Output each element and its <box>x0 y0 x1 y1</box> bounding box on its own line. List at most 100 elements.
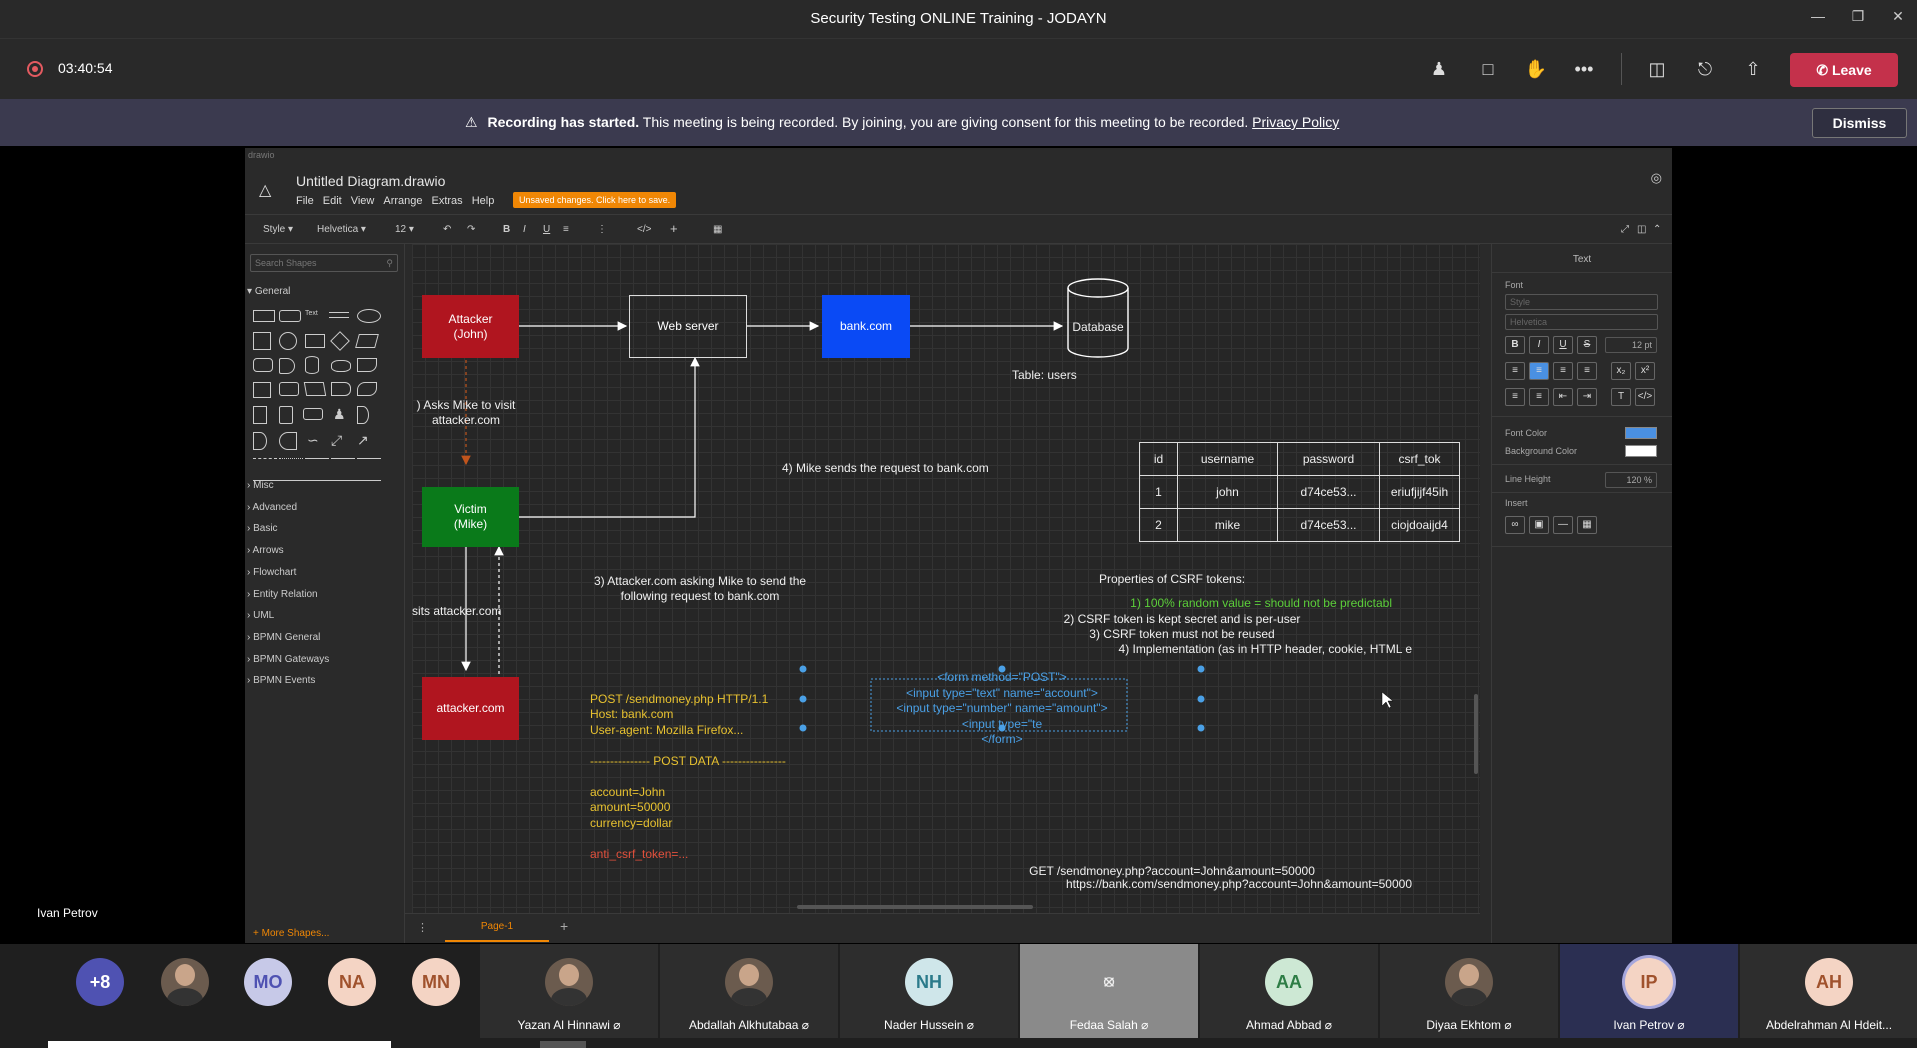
rectangle-shape[interactable] <box>253 310 275 322</box>
square-shape[interactable] <box>253 332 271 350</box>
selection-handle[interactable] <box>1197 695 1205 703</box>
connector-shape[interactable] <box>357 458 381 459</box>
privacy-policy-link[interactable]: Privacy Policy <box>1252 114 1339 130</box>
file-title[interactable]: Untitled Diagram.drawio <box>296 173 445 189</box>
link-shape[interactable] <box>331 458 355 459</box>
font-size-field[interactable]: 12 pt <box>1605 337 1657 353</box>
victim-node[interactable]: Victim (Mike) <box>422 487 519 547</box>
attacker-site-node[interactable]: attacker.com <box>422 677 519 740</box>
or-shape[interactable] <box>357 406 369 424</box>
style-select[interactable]: Style <box>1505 294 1658 310</box>
language-globe-icon[interactable]: ◎ <box>1651 170 1662 186</box>
participant-tile[interactable]: AH Abdelrahman Al Hdeit... <box>1740 944 1917 1038</box>
mic-off-icon[interactable]: ⎋ <box>1691 55 1719 83</box>
category-entity-relation[interactable]: › Entity Relation <box>247 589 318 600</box>
superscript-button[interactable]: x² <box>1635 362 1655 380</box>
rounded-rect-shape[interactable] <box>279 310 301 322</box>
font-size-dropdown[interactable]: 12 ▾ <box>395 224 414 235</box>
font-color-swatch[interactable] <box>1625 427 1657 439</box>
undo-icon[interactable]: ↶ <box>443 224 451 235</box>
insert-hr-icon[interactable]: — <box>1553 516 1573 534</box>
canvas-vertical-scrollbar[interactable] <box>1474 694 1478 774</box>
menu-item-extras[interactable]: Extras <box>432 195 463 207</box>
menu-item-help[interactable]: Help <box>472 195 495 207</box>
page-tab[interactable]: Page-1 <box>445 914 549 942</box>
step1-label[interactable]: ) Asks Mike to visit attacker.com <box>412 398 530 428</box>
chat-icon[interactable]: □ <box>1474 55 1502 83</box>
category-basic[interactable]: › Basic <box>247 523 278 534</box>
arrow-shape[interactable]: ↗ <box>357 432 375 450</box>
add-page-icon[interactable]: + <box>560 918 568 934</box>
category-bpmn-general[interactable]: › BPMN General <box>247 632 320 643</box>
more-actions-icon[interactable]: ••• <box>1570 55 1598 83</box>
menu-item-edit[interactable]: Edit <box>323 195 342 207</box>
category-general[interactable]: ▾ General <box>247 286 290 297</box>
attacker-node[interactable]: Attacker (John) <box>422 295 519 358</box>
collapse-icon[interactable]: ⌃ <box>1653 224 1661 235</box>
vertical-align-icon[interactable]: ⋮ <box>597 224 607 235</box>
parallelogram-shape[interactable] <box>355 334 379 348</box>
bold-button[interactable]: B <box>1505 336 1525 354</box>
minimize-icon[interactable]: — <box>1808 8 1828 28</box>
participant-tile[interactable]: +8 <box>60 944 140 1038</box>
canvas-horizontal-scrollbar[interactable] <box>797 905 1033 909</box>
card-shape[interactable] <box>279 406 293 424</box>
participant-tile[interactable]: ⦻ Fedaa Salah ⌀ <box>1020 944 1198 1038</box>
participant-tile[interactable]: MO <box>228 944 308 1038</box>
unsaved-changes-button[interactable]: Unsaved changes. Click here to save. <box>513 192 677 208</box>
dashed-line-shape[interactable] <box>253 458 277 459</box>
http-request-block[interactable]: POST /sendmoney.php HTTP/1.1 Host: bank.c… <box>590 676 820 878</box>
circle-shape[interactable] <box>279 332 297 350</box>
page-menu-icon[interactable]: ⋮ <box>417 921 428 934</box>
search-shapes-input[interactable]: Search Shapes ⚲ <box>250 254 398 272</box>
insert-plus-icon[interactable]: + <box>670 221 678 236</box>
cylinder-shape[interactable] <box>305 356 319 374</box>
participant-tile[interactable] <box>145 944 225 1038</box>
internal-storage-shape[interactable] <box>253 382 271 398</box>
italic-button[interactable]: I <box>1529 336 1549 354</box>
step4-label[interactable]: 4) Mike sends the request to bank.com <box>782 461 1014 476</box>
participant-tile[interactable]: Yazan Al Hinnawi ⌀ <box>480 944 658 1038</box>
hexagon-shape[interactable] <box>253 358 273 372</box>
selection-handle[interactable] <box>1197 665 1205 673</box>
ellipse-shape[interactable] <box>357 309 381 323</box>
participant-tile[interactable]: Diyaa Ekhtom ⌀ <box>1380 944 1558 1038</box>
diagram-canvas[interactable]: Attacker (John) Web server bank.com Data… <box>412 244 1480 913</box>
trapezoid-shape[interactable] <box>331 382 351 396</box>
subscript-button[interactable]: x₂ <box>1611 362 1631 380</box>
bidirectional-arrow-shape[interactable]: ⤢ <box>331 432 349 450</box>
background-color-swatch[interactable] <box>1625 445 1657 457</box>
process-shape[interactable] <box>305 334 325 348</box>
align-center-button[interactable]: ≡ <box>1529 362 1549 380</box>
more-shapes-button[interactable]: + More Shapes... <box>253 928 329 939</box>
strikethrough-button[interactable]: S <box>1577 336 1597 354</box>
format-panel-icon[interactable]: ◫ <box>1637 224 1646 235</box>
outdent-button[interactable]: ⇤ <box>1553 388 1573 406</box>
font-select[interactable]: Helvetica <box>1505 314 1658 330</box>
menu-item-file[interactable]: File <box>296 195 314 207</box>
html-icon[interactable]: </> <box>637 224 651 235</box>
participant-tile[interactable]: NH Nader Hussein ⌀ <box>840 944 1018 1038</box>
align-left-button[interactable]: ≡ <box>1505 362 1525 380</box>
line-height-field[interactable]: 120 % <box>1605 472 1657 488</box>
selection-handle[interactable] <box>1197 724 1205 732</box>
and-shape[interactable] <box>253 432 267 450</box>
underline-button[interactable]: U <box>1553 336 1573 354</box>
note-shape[interactable] <box>253 406 267 424</box>
users-table[interactable]: id username password csrf_tok 1 john d74ce53.… <box>1139 442 1460 542</box>
line-shape[interactable] <box>305 458 329 459</box>
data-storage-shape[interactable] <box>279 432 297 450</box>
fullscreen-icon[interactable]: ⤢ <box>1621 224 1629 235</box>
italic-icon[interactable]: I <box>523 224 526 235</box>
leave-button[interactable]: ✆ Leave <box>1790 53 1898 87</box>
webserver-node[interactable]: Web server <box>629 295 747 358</box>
step2-label[interactable]: sits attacker.com <box>412 604 512 619</box>
insert-table-icon[interactable]: ▦ <box>1577 516 1597 534</box>
triangle-shape[interactable] <box>279 358 295 374</box>
menu-item-arrange[interactable]: Arrange <box>383 195 422 207</box>
share-screen-icon[interactable]: ⇧ <box>1739 55 1767 83</box>
selection-handle[interactable] <box>799 665 807 673</box>
callout-shape[interactable] <box>303 408 323 420</box>
align-right-button[interactable]: ≡ <box>1553 362 1573 380</box>
category-uml[interactable]: › UML <box>247 610 274 621</box>
